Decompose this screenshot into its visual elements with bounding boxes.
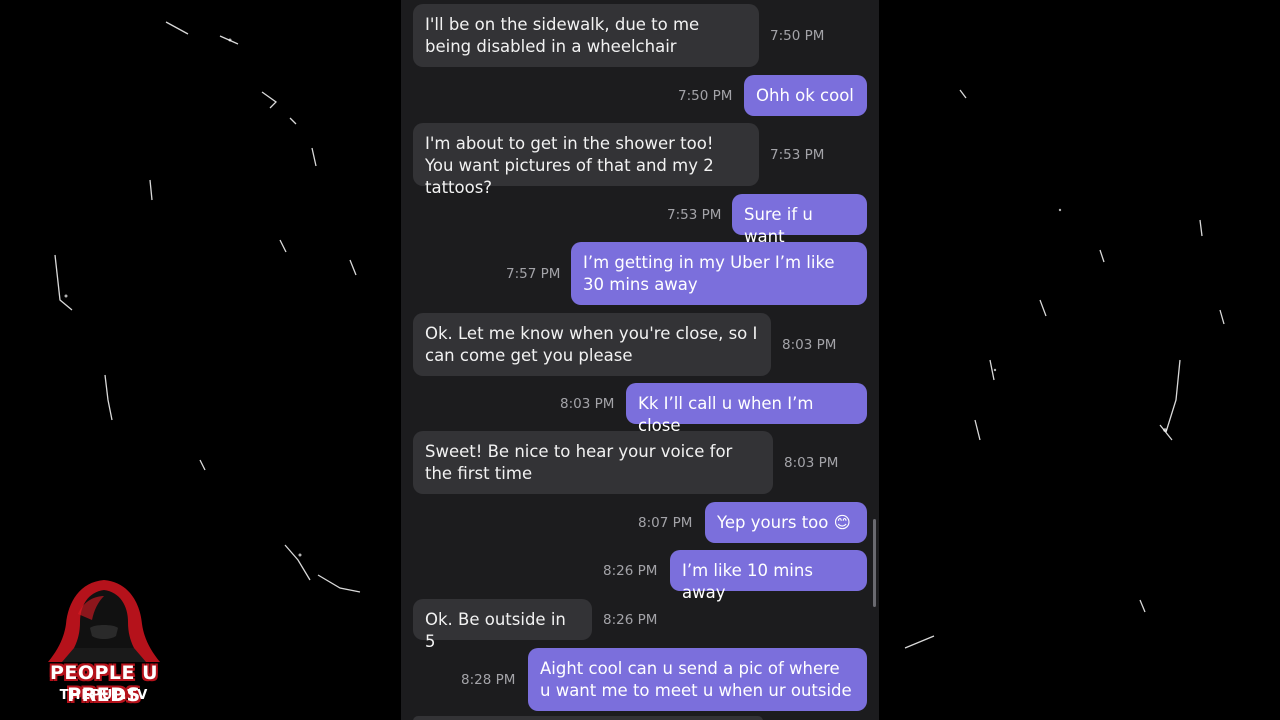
message-timestamp: 7:53 PM xyxy=(667,207,722,223)
message-timestamp: 7:57 PM xyxy=(506,266,561,282)
message-timestamp: 8:03 PM xyxy=(784,455,839,471)
message-bubble-incoming[interactable]: Ok. Be outside in 5 xyxy=(413,599,592,651)
message-timestamp: 7:50 PM xyxy=(770,28,825,44)
message-timestamp: 8:07 PM xyxy=(638,515,693,531)
chat-panel[interactable]: I'll be on the sidewalk, due to me being… xyxy=(401,0,879,720)
message-timestamp: 8:26 PM xyxy=(603,612,658,628)
message-bubble-outgoing[interactable]: Sure if u want xyxy=(732,194,867,246)
message-bubble-outgoing[interactable]: Yep yours too 😊 xyxy=(705,502,867,543)
message-timestamp: 7:53 PM xyxy=(770,147,825,163)
message-timestamp: 8:26 PM xyxy=(603,563,658,579)
message-timestamp: 7:50 PM xyxy=(678,88,733,104)
message-bubble-partial xyxy=(413,716,763,720)
channel-logo: PEOPLE U PREDS THEPUP.TV xyxy=(18,576,192,710)
chat-scrollbar[interactable] xyxy=(873,519,876,607)
message-bubble-incoming[interactable]: Ok. Let me know when you're close, so I … xyxy=(413,313,771,376)
message-timestamp: 8:03 PM xyxy=(782,337,837,353)
message-bubble-outgoing[interactable]: I’m getting in my Uber I’m like 30 mins … xyxy=(571,242,867,305)
message-timestamp: 8:28 PM xyxy=(461,672,516,688)
message-bubble-outgoing[interactable]: Ohh ok cool xyxy=(744,75,867,116)
message-bubble-outgoing[interactable]: Aight cool can u send a pic of where u w… xyxy=(528,648,867,711)
message-timestamp: 8:03 PM xyxy=(560,396,615,412)
message-bubble-incoming[interactable]: Sweet! Be nice to hear your voice for th… xyxy=(413,431,773,494)
video-frame: I'll be on the sidewalk, due to me being… xyxy=(0,0,1280,720)
hooded-figure-icon xyxy=(48,580,160,662)
message-bubble-incoming[interactable]: I'm about to get in the shower too! You … xyxy=(413,123,759,197)
message-bubble-outgoing[interactable]: I’m like 10 mins away xyxy=(670,550,867,602)
logo-subtitle: THEPUP.TV xyxy=(59,688,149,703)
message-bubble-incoming[interactable]: I'll be on the sidewalk, due to me being… xyxy=(413,4,759,67)
message-bubble-outgoing[interactable]: Kk I’ll call u when I’m close xyxy=(626,383,867,435)
